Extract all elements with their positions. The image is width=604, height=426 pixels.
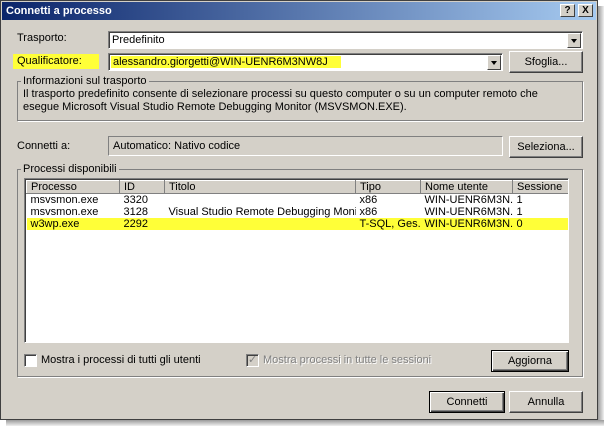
table-row[interactable]: msvsmon.exe 3128 Visual Studio Remote De… <box>27 206 569 218</box>
window-title: Connetti a processo <box>6 5 112 17</box>
close-icon: X <box>582 5 589 16</box>
cancel-button[interactable]: Annulla <box>509 391 583 413</box>
qualifier-combobox[interactable]: alessandro.giorgetti@WIN-UENR6M3NW8J <box>108 53 503 71</box>
show-all-sessions-checkbox[interactable]: ✓ <box>246 354 259 367</box>
cell-process: msvsmon.exe <box>30 206 99 218</box>
connect-to-field: Automatico: Nativo codice <box>108 136 503 156</box>
table-row-highlighted[interactable]: w3wp.exe 2292 T-SQL, Ges... WIN-UENR6M3N… <box>26 218 568 230</box>
cell-session: 1 <box>516 194 523 206</box>
column-header-id[interactable]: ID <box>119 180 165 194</box>
cell-id: 2292 <box>119 218 165 230</box>
transport-value: Predefinito <box>112 34 165 46</box>
column-header-user[interactable]: Nome utente <box>420 180 513 194</box>
chevron-down-icon[interactable] <box>567 33 581 48</box>
cell-process: msvsmon.exe <box>30 194 99 206</box>
table-header-row: Processo ID Titolo Tipo Nome utente Sess… <box>26 180 568 194</box>
column-header-title[interactable]: Titolo <box>164 180 356 194</box>
cell-type: T-SQL, Ges... <box>355 218 421 230</box>
process-list[interactable]: Processo ID Titolo Tipo Nome utente Sess… <box>24 178 569 343</box>
cell-id: 3320 <box>123 194 148 206</box>
browse-button[interactable]: Sfoglia... <box>509 51 583 73</box>
cell-id: 3128 <box>123 206 148 218</box>
cell-user: WIN-UENR6M3N... <box>424 206 513 218</box>
cell-title <box>165 194 356 207</box>
cell-session: 1 <box>516 206 523 218</box>
refresh-button[interactable]: Aggiorna <box>491 350 569 372</box>
chevron-down-icon[interactable] <box>487 55 501 70</box>
cell-title <box>164 218 356 230</box>
attach-to-process-dialog: Connetti a processo ? X Trasporto: Prede… <box>0 0 598 420</box>
qualifier-input[interactable]: alessandro.giorgetti@WIN-UENR6M3NW8J <box>113 56 328 68</box>
close-button[interactable]: X <box>578 4 593 17</box>
transport-info-text: Il trasporto predefinito consente di sel… <box>23 88 538 113</box>
cell-title: Visual Studio Remote Debugging Monitor (… <box>168 206 356 218</box>
column-header-type[interactable]: Tipo <box>355 180 421 194</box>
processes-title: Processi disponibili <box>21 163 119 175</box>
show-all-users-label[interactable]: Mostra i processi di tutti gli utenti <box>41 354 201 367</box>
title-bar[interactable]: Connetti a processo ? X <box>2 2 596 20</box>
qualifier-label: Qualificatore: <box>17 55 82 67</box>
cell-user: WIN-UENR6M3N... <box>420 218 513 230</box>
checkmark-icon: ✓ <box>248 354 258 366</box>
cell-type: x86 <box>359 194 378 206</box>
cell-process: w3wp.exe <box>26 218 120 230</box>
cell-session: 0 <box>512 218 568 230</box>
transport-info-title: Informazioni sul trasporto <box>21 75 149 87</box>
column-header-session[interactable]: Sessione <box>512 180 568 194</box>
connect-to-value: Automatico: Nativo codice <box>113 140 241 152</box>
column-header-process[interactable]: Processo <box>26 180 120 194</box>
cell-user: WIN-UENR6M3N... <box>424 194 513 206</box>
show-all-sessions-label: Mostra processi in tutte le sessioni <box>263 354 432 366</box>
table-row[interactable]: msvsmon.exe 3320 x86 WIN-UENR6M3N... 1 <box>27 194 569 207</box>
help-icon: ? <box>564 5 571 16</box>
cell-type: x86 <box>359 206 378 218</box>
connect-button[interactable]: Connetti <box>429 391 505 413</box>
transport-label: Trasporto: <box>17 32 67 44</box>
select-button[interactable]: Seleziona... <box>509 136 583 158</box>
transport-dropdown[interactable]: Predefinito <box>108 31 583 49</box>
connect-to-label: Connetti a: <box>17 140 71 152</box>
help-button[interactable]: ? <box>560 4 575 17</box>
show-all-users-checkbox[interactable] <box>24 354 37 367</box>
